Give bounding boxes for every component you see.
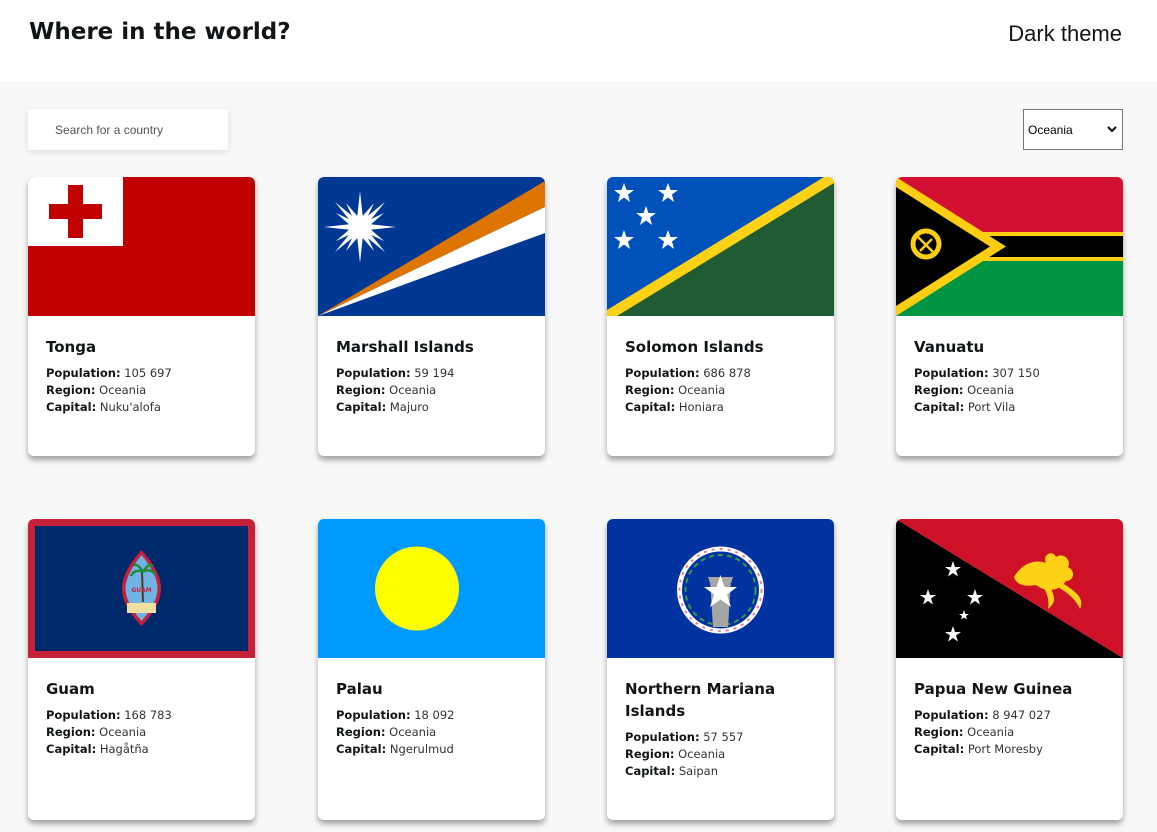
country-card[interactable]: Solomon Islands Population: 686 878 Regi… xyxy=(607,177,834,456)
population-value: 18 092 xyxy=(414,708,455,722)
capital-label: Capital: xyxy=(46,400,97,414)
capital-label: Capital: xyxy=(914,742,965,756)
region-label: Region: xyxy=(914,383,964,397)
marshall-islands-flag-icon xyxy=(318,177,545,316)
capital-value: Honiara xyxy=(678,400,724,414)
region-value: Oceania xyxy=(389,725,437,739)
population-label: Population: xyxy=(625,730,700,744)
population-label: Population: xyxy=(914,708,989,722)
country-name: Papua New Guinea xyxy=(914,680,1073,698)
population-label: Population: xyxy=(625,366,700,380)
country-name: Marshall Islands xyxy=(336,338,474,356)
region-label: Region: xyxy=(625,747,675,761)
app-title: Where in the world? xyxy=(29,19,291,45)
region-label: Region: xyxy=(46,725,96,739)
population-label: Population: xyxy=(46,366,121,380)
capital-value: Majuro xyxy=(389,400,429,414)
country-card[interactable]: Marshall Islands Population: 59 194 Regi… xyxy=(318,177,545,456)
population-value: 105 697 xyxy=(124,366,172,380)
tonga-flag-icon xyxy=(28,177,255,316)
capital-label: Capital: xyxy=(336,742,387,756)
header: Where in the world? Dark theme xyxy=(0,0,1157,81)
country-name: Northern Mariana Islands xyxy=(625,680,776,720)
capital-value: Saipan xyxy=(678,764,719,778)
population-value: 168 783 xyxy=(124,708,172,722)
region-value: Oceania xyxy=(99,383,147,397)
country-card[interactable]: Papua New Guinea Population: 8 947 027 R… xyxy=(896,519,1123,820)
population-label: Population: xyxy=(46,708,121,722)
population-label: Population: xyxy=(336,708,411,722)
capital-label: Capital: xyxy=(625,764,676,778)
region-label: Region: xyxy=(914,725,964,739)
region-value: Oceania xyxy=(389,383,437,397)
guam-flag-icon: GUAM xyxy=(28,519,255,658)
population-label: Population: xyxy=(336,366,411,380)
population-value: 307 150 xyxy=(992,366,1040,380)
dark-theme-toggle[interactable]: Dark theme xyxy=(1008,21,1122,47)
region-value: Oceania xyxy=(678,747,726,761)
country-card[interactable]: Northern Mariana Islands Population: 57 … xyxy=(607,519,834,820)
population-value: 8 947 027 xyxy=(992,708,1051,722)
palau-flag-icon xyxy=(318,519,545,658)
region-filter-value: Oceania xyxy=(1028,122,1073,137)
country-card[interactable]: GUAM Guam Population: 168 783 Region: Oc… xyxy=(28,519,255,820)
region-value: Oceania xyxy=(678,383,726,397)
capital-value: Hagåtña xyxy=(99,742,149,756)
svg-text:GUAM: GUAM xyxy=(131,587,151,594)
northern-mariana-islands-flag-icon xyxy=(607,519,834,658)
region-value: Oceania xyxy=(99,725,147,739)
country-card[interactable]: Vanuatu Population: 307 150 Region: Ocea… xyxy=(896,177,1123,456)
country-card[interactable]: Tonga Population: 105 697 Region: Oceani… xyxy=(28,177,255,456)
country-name: Vanuatu xyxy=(914,338,985,356)
region-value: Oceania xyxy=(967,725,1015,739)
region-label: Region: xyxy=(46,383,96,397)
country-name: Solomon Islands xyxy=(625,338,764,356)
papua-new-guinea-flag-icon xyxy=(896,519,1123,658)
country-name: Palau xyxy=(336,680,383,698)
country-card[interactable]: Palau Population: 18 092 Region: Oceania… xyxy=(318,519,545,820)
capital-value: Nuku'alofa xyxy=(99,400,161,414)
capital-value: Ngerulmud xyxy=(389,742,454,756)
region-value: Oceania xyxy=(967,383,1015,397)
search-input[interactable] xyxy=(28,109,228,150)
search-box xyxy=(28,109,228,150)
chevron-down-icon xyxy=(1107,126,1117,133)
solomon-islands-flag-icon xyxy=(607,177,834,316)
capital-label: Capital: xyxy=(46,742,97,756)
population-value: 59 194 xyxy=(414,366,455,380)
population-label: Population: xyxy=(914,366,989,380)
vanuatu-flag-icon xyxy=(896,177,1123,316)
region-label: Region: xyxy=(625,383,675,397)
capital-value: Port Vila xyxy=(967,400,1016,414)
region-label: Region: xyxy=(336,383,386,397)
population-value: 57 557 xyxy=(703,730,744,744)
population-value: 686 878 xyxy=(703,366,751,380)
capital-value: Port Moresby xyxy=(967,742,1043,756)
country-name: Guam xyxy=(46,680,95,698)
capital-label: Capital: xyxy=(625,400,676,414)
region-filter-select[interactable]: Oceania xyxy=(1023,109,1123,150)
capital-label: Capital: xyxy=(336,400,387,414)
region-label: Region: xyxy=(336,725,386,739)
capital-label: Capital: xyxy=(914,400,965,414)
country-name: Tonga xyxy=(46,338,97,356)
